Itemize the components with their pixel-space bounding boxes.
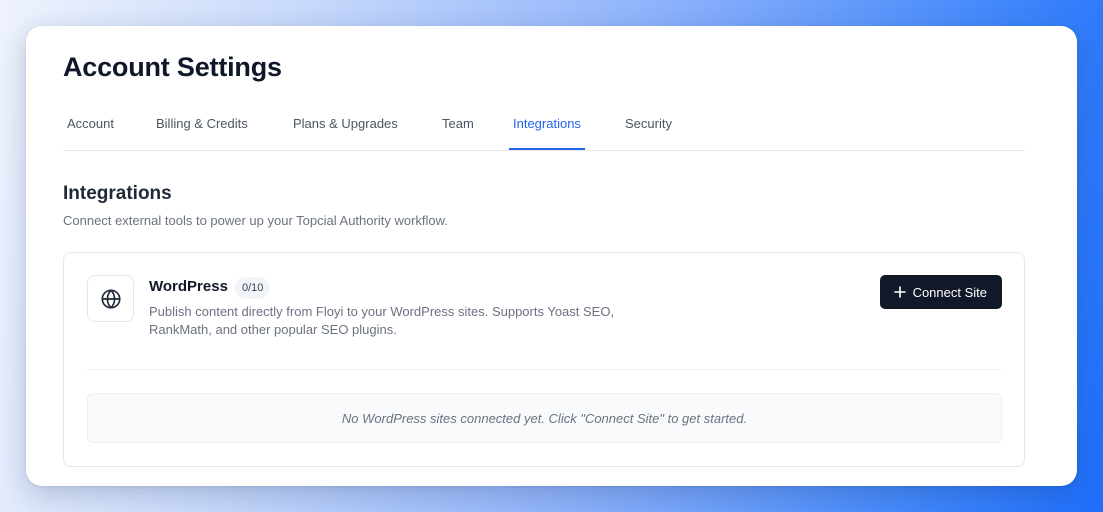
page-title: Account Settings xyxy=(63,52,282,82)
section-title: Integrations xyxy=(63,183,172,204)
connect-site-button[interactable]: Connect Site xyxy=(879,275,1002,309)
settings-card: Account Settings Account Billing & Credi… xyxy=(26,26,1077,486)
empty-state-message: No WordPress sites connected yet. Click … xyxy=(87,393,1002,443)
tab-security[interactable]: Security xyxy=(621,104,676,151)
tab-integrations[interactable]: Integrations xyxy=(509,104,585,150)
plus-icon xyxy=(893,286,906,298)
globe-icon xyxy=(100,288,121,309)
tab-plans-upgrades[interactable]: Plans & Upgrades xyxy=(289,104,402,151)
section-description: Connect external tools to power up your … xyxy=(63,213,448,228)
connect-site-label: Connect Site xyxy=(912,284,987,300)
integration-description: Publish content directly from Floyi to y… xyxy=(149,304,615,337)
integration-logo xyxy=(87,275,134,322)
integration-name: WordPress xyxy=(149,278,228,295)
tab-account[interactable]: Account xyxy=(63,104,118,151)
tab-team[interactable]: Team xyxy=(438,104,478,151)
settings-tabs: Account Billing & Credits Plans & Upgrad… xyxy=(63,104,1025,151)
tab-billing-credits[interactable]: Billing & Credits xyxy=(152,104,252,151)
divider xyxy=(87,369,1002,370)
wordpress-integration-card: WordPress 0/10 Publish content directly … xyxy=(63,252,1025,467)
site-count-badge: 0/10 xyxy=(235,277,271,299)
